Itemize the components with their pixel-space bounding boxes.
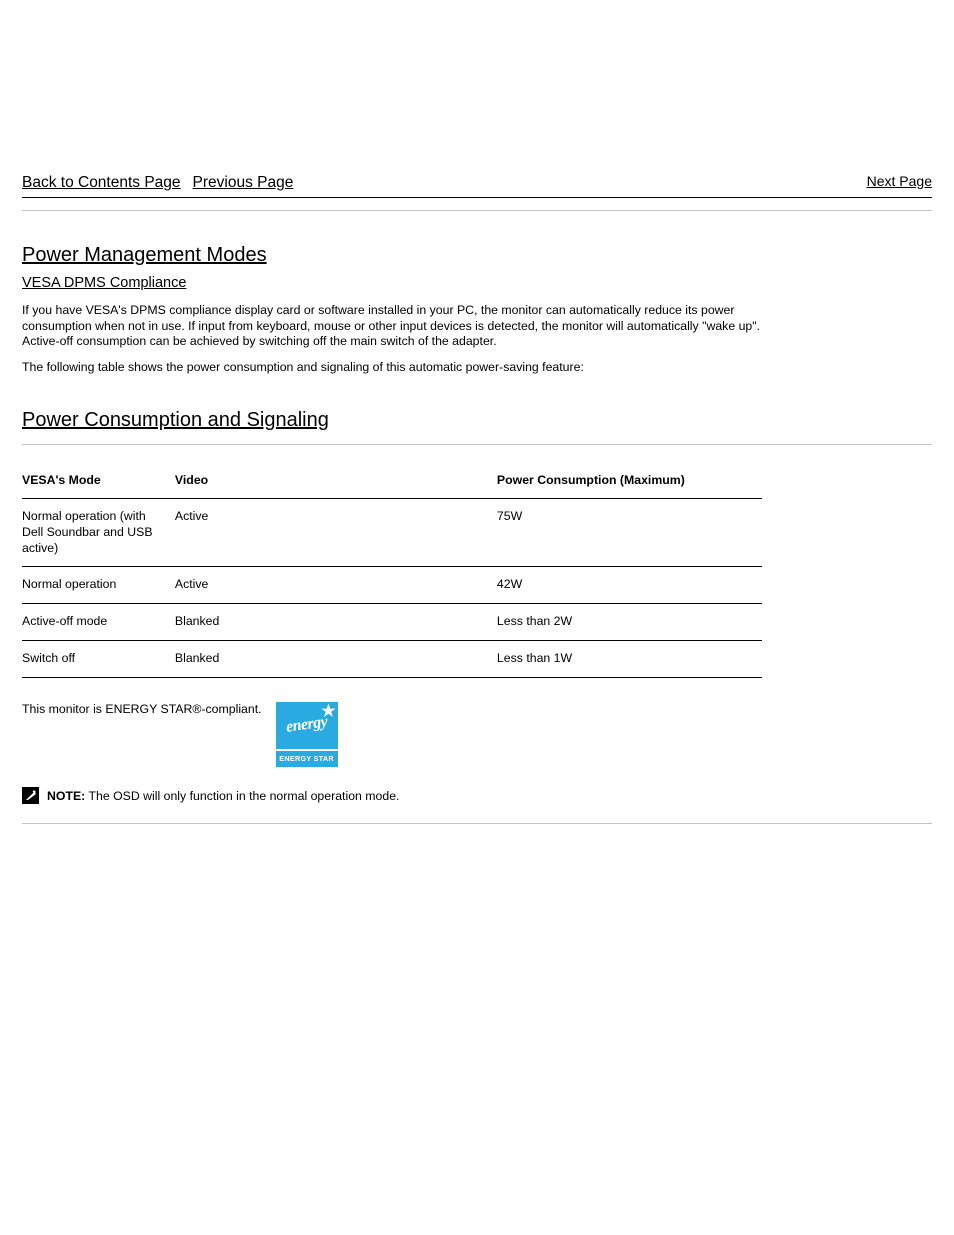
table-row: Active-off mode Blanked Less than 2W xyxy=(22,604,762,641)
section-subtitle: VESA DPMS Compliance xyxy=(22,274,932,293)
table-cell: Active xyxy=(175,499,497,567)
table-row: Normal operation (with Dell Soundbar and… xyxy=(22,499,762,567)
note-block: NOTE: The OSD will only function in the … xyxy=(22,787,932,805)
table-header: Video xyxy=(175,463,497,499)
previous-page-link[interactable]: Previous Page xyxy=(193,174,294,191)
table-header: VESA's Mode xyxy=(22,463,175,499)
power-management-section: Power Management Modes VESA DPMS Complia… xyxy=(22,243,932,376)
table-title: Power Consumption and Signaling xyxy=(22,408,932,434)
table-header-row: VESA's Mode Video Power Consumption (Max… xyxy=(22,463,762,499)
table-cell: Less than 2W xyxy=(497,604,762,641)
breadcrumb-nav: Back to Contents Page Previous Page Next… xyxy=(22,173,932,193)
body-paragraph: If you have VESA's DPMS compliance displ… xyxy=(22,303,762,350)
table-row: Switch off Blanked Less than 1W xyxy=(22,640,762,677)
table-cell: Less than 1W xyxy=(497,640,762,677)
table-cell: Blanked xyxy=(175,604,497,641)
energy-star-block: This monitor is ENERGY STAR®-compliant. … xyxy=(22,702,932,767)
next-page-link[interactable]: Next Page xyxy=(867,173,932,189)
star-icon: ★ xyxy=(321,704,335,720)
table-cell: Normal operation (with Dell Soundbar and… xyxy=(22,499,175,567)
table-cell: Active-off mode xyxy=(22,604,175,641)
energy-star-logo-caption: ENERGY STAR xyxy=(276,749,338,767)
power-consumption-table: VESA's Mode Video Power Consumption (Max… xyxy=(22,463,762,678)
table-cell: 75W xyxy=(497,499,762,567)
energy-star-text: This monitor is ENERGY STAR®-compliant. xyxy=(22,702,262,767)
energy-star-logo: energy ★ ENERGY STAR xyxy=(276,702,338,767)
table-cell: Blanked xyxy=(175,640,497,677)
table-cell: Switch off xyxy=(22,640,175,677)
table-row: Normal operation Active 42W xyxy=(22,567,762,604)
note-icon xyxy=(22,787,39,804)
table-header: Power Consumption (Maximum) xyxy=(497,463,762,499)
note-text: NOTE: The OSD will only function in the … xyxy=(47,789,399,805)
body-paragraph: The following table shows the power cons… xyxy=(22,360,762,376)
table-cell: Active xyxy=(175,567,497,604)
back-to-contents-link[interactable]: Back to Contents Page xyxy=(22,174,181,191)
table-cell: 42W xyxy=(497,567,762,604)
table-cell: Normal operation xyxy=(22,567,175,604)
section-title: Power Management Modes xyxy=(22,243,932,269)
